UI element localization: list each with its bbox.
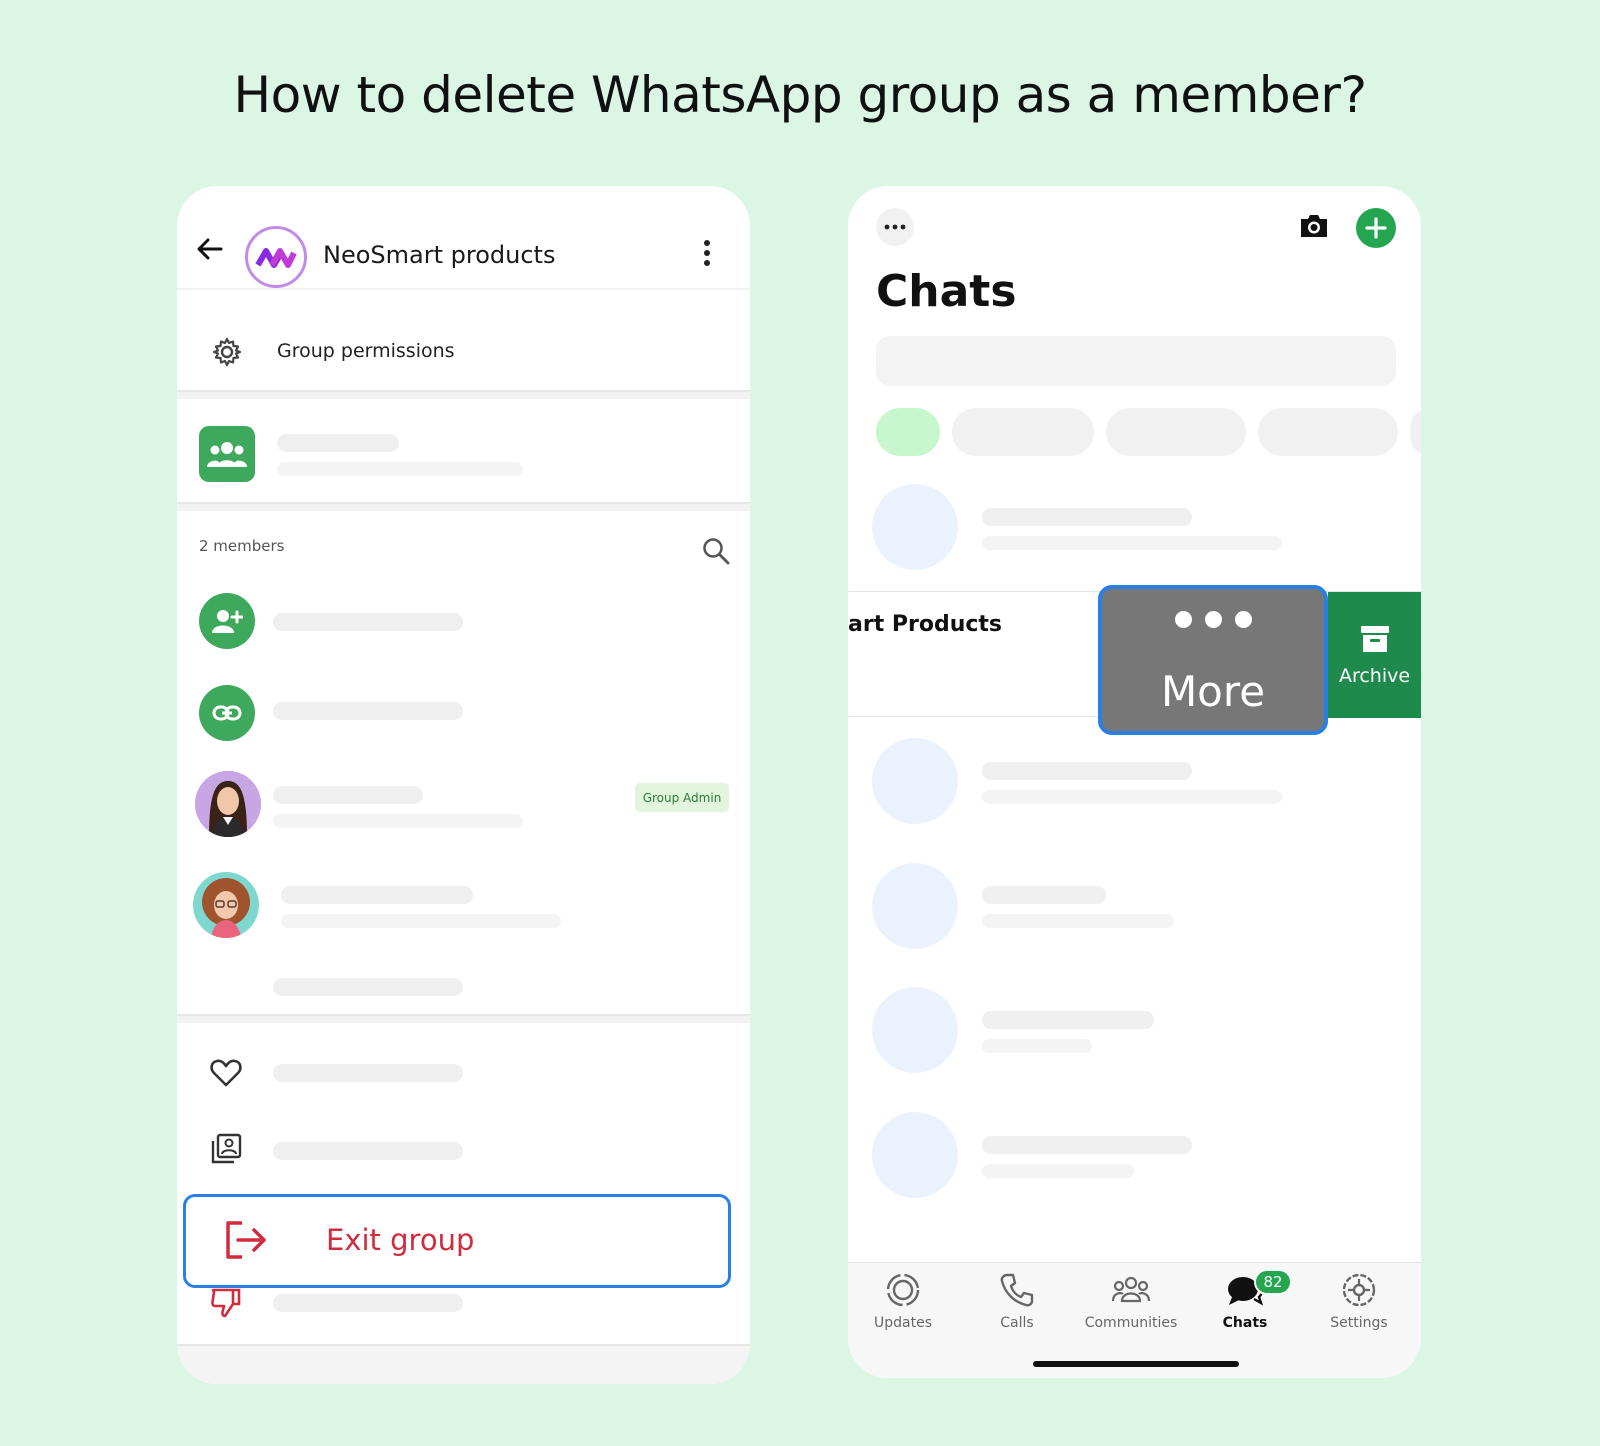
placeholder-line bbox=[273, 702, 463, 720]
page-title: Chats bbox=[876, 266, 1017, 317]
more-dots-icon bbox=[1102, 611, 1324, 628]
new-chat-button[interactable] bbox=[1356, 208, 1396, 248]
section-divider bbox=[177, 1014, 750, 1023]
chat-avatar-placeholder bbox=[872, 484, 958, 570]
archive-box-icon bbox=[1361, 626, 1389, 652]
tab-label: Communities bbox=[1084, 1315, 1178, 1331]
gear-icon bbox=[1342, 1273, 1376, 1307]
header-divider bbox=[177, 288, 750, 290]
bottom-strip bbox=[177, 1344, 750, 1384]
placeholder-line bbox=[982, 1039, 1092, 1053]
options-button[interactable] bbox=[876, 208, 914, 246]
placeholder-line bbox=[982, 790, 1282, 804]
woman-curly-hair-portrait-icon bbox=[193, 872, 259, 938]
placeholder-line bbox=[982, 1136, 1192, 1154]
placeholder-line bbox=[273, 1142, 463, 1160]
more-label: More bbox=[1160, 667, 1266, 716]
more-options-icon[interactable] bbox=[701, 238, 713, 268]
tab-label: Settings bbox=[1330, 1315, 1388, 1331]
group-people-icon bbox=[207, 442, 247, 467]
tab-updates[interactable]: Updates bbox=[848, 1271, 958, 1331]
chat-avatar-placeholder bbox=[872, 1112, 958, 1198]
filter-chip[interactable] bbox=[1410, 408, 1421, 456]
member-avatar[interactable] bbox=[193, 872, 259, 938]
placeholder-line bbox=[982, 886, 1106, 904]
archive-label: Archive bbox=[1338, 665, 1411, 687]
placeholder-line bbox=[982, 914, 1174, 928]
link-icon bbox=[212, 705, 242, 721]
unread-badge: 82 bbox=[1254, 1269, 1292, 1295]
gear-icon bbox=[212, 337, 242, 367]
filter-chip-active[interactable] bbox=[876, 408, 940, 456]
add-member-button[interactable] bbox=[199, 593, 255, 649]
plus-icon bbox=[1365, 217, 1387, 239]
swiped-chat-row[interactable]: art Products More Archive bbox=[848, 585, 1421, 735]
updates-icon bbox=[886, 1273, 920, 1307]
placeholder-line bbox=[273, 978, 463, 996]
tab-communities[interactable]: Communities bbox=[1076, 1271, 1186, 1331]
placeholder-line bbox=[273, 1294, 463, 1312]
camera-icon[interactable] bbox=[1294, 206, 1334, 246]
media-gallery-icon[interactable] bbox=[209, 1132, 243, 1166]
group-admin-badge: Group Admin bbox=[635, 783, 729, 812]
communities-icon bbox=[1112, 1276, 1150, 1303]
member-avatar[interactable] bbox=[195, 771, 261, 837]
woman-portrait-icon bbox=[195, 771, 261, 837]
placeholder-line bbox=[273, 786, 423, 804]
members-count: 2 members bbox=[199, 537, 285, 555]
placeholder-line bbox=[277, 434, 399, 452]
heart-icon[interactable] bbox=[209, 1056, 243, 1090]
thumbs-down-icon[interactable] bbox=[209, 1286, 243, 1320]
tab-label: Updates bbox=[874, 1315, 932, 1331]
ellipsis-icon bbox=[884, 224, 906, 230]
placeholder-line bbox=[281, 914, 561, 928]
tab-label: Calls bbox=[1000, 1315, 1034, 1331]
invite-link-button[interactable] bbox=[199, 685, 255, 741]
chat-avatar-placeholder bbox=[872, 863, 958, 949]
group-info-screen: NeoSmart products Group permissions 2 me… bbox=[177, 186, 750, 1384]
tab-chats[interactable]: Chats 82 bbox=[1190, 1269, 1300, 1331]
exit-door-icon bbox=[226, 1221, 266, 1259]
placeholder-line bbox=[281, 886, 473, 904]
placeholder-line bbox=[982, 1011, 1154, 1029]
tab-settings[interactable]: Settings bbox=[1304, 1271, 1414, 1331]
placeholder-line bbox=[982, 536, 1282, 550]
bottom-tab-bar: Updates Calls Communities Chats 82 Setti… bbox=[848, 1262, 1421, 1378]
placeholder-line bbox=[273, 1064, 463, 1082]
archive-button[interactable]: Archive bbox=[1328, 592, 1421, 718]
search-icon[interactable] bbox=[701, 536, 731, 566]
back-arrow-icon[interactable] bbox=[195, 234, 225, 264]
add-person-icon bbox=[212, 610, 243, 633]
chat-avatar-placeholder bbox=[872, 738, 958, 824]
filter-chip[interactable] bbox=[1258, 408, 1398, 456]
chat-avatar-placeholder bbox=[872, 987, 958, 1073]
chats-screen: Chats art Products More Archive Updates … bbox=[848, 186, 1421, 1378]
group-name: NeoSmart products bbox=[323, 241, 556, 269]
tab-calls[interactable]: Calls bbox=[962, 1271, 1072, 1331]
placeholder-line bbox=[277, 462, 523, 476]
exit-group-label: Exit group bbox=[326, 1223, 475, 1257]
home-indicator bbox=[1033, 1361, 1239, 1367]
community-tile[interactable] bbox=[199, 426, 255, 482]
placeholder-line bbox=[273, 814, 523, 828]
group-avatar[interactable] bbox=[245, 226, 307, 288]
exit-group-button[interactable]: Exit group bbox=[183, 1194, 731, 1288]
group-permissions-label[interactable]: Group permissions bbox=[277, 340, 455, 362]
chat-title: art Products bbox=[848, 612, 1003, 637]
placeholder-line bbox=[982, 508, 1192, 526]
tab-label: Chats bbox=[1222, 1315, 1268, 1331]
neosmart-logo-icon bbox=[255, 248, 297, 268]
filter-chip[interactable] bbox=[1106, 408, 1246, 456]
more-button[interactable]: More bbox=[1098, 585, 1328, 735]
placeholder-line bbox=[982, 1164, 1134, 1178]
section-divider bbox=[177, 502, 750, 511]
page-headline: How to delete WhatsApp group as a member… bbox=[233, 66, 1367, 124]
placeholder-line bbox=[982, 762, 1192, 780]
placeholder-line bbox=[273, 613, 463, 631]
section-divider bbox=[177, 390, 750, 399]
filter-chip[interactable] bbox=[952, 408, 1094, 456]
search-input[interactable] bbox=[876, 336, 1396, 386]
phone-icon bbox=[1000, 1273, 1034, 1307]
